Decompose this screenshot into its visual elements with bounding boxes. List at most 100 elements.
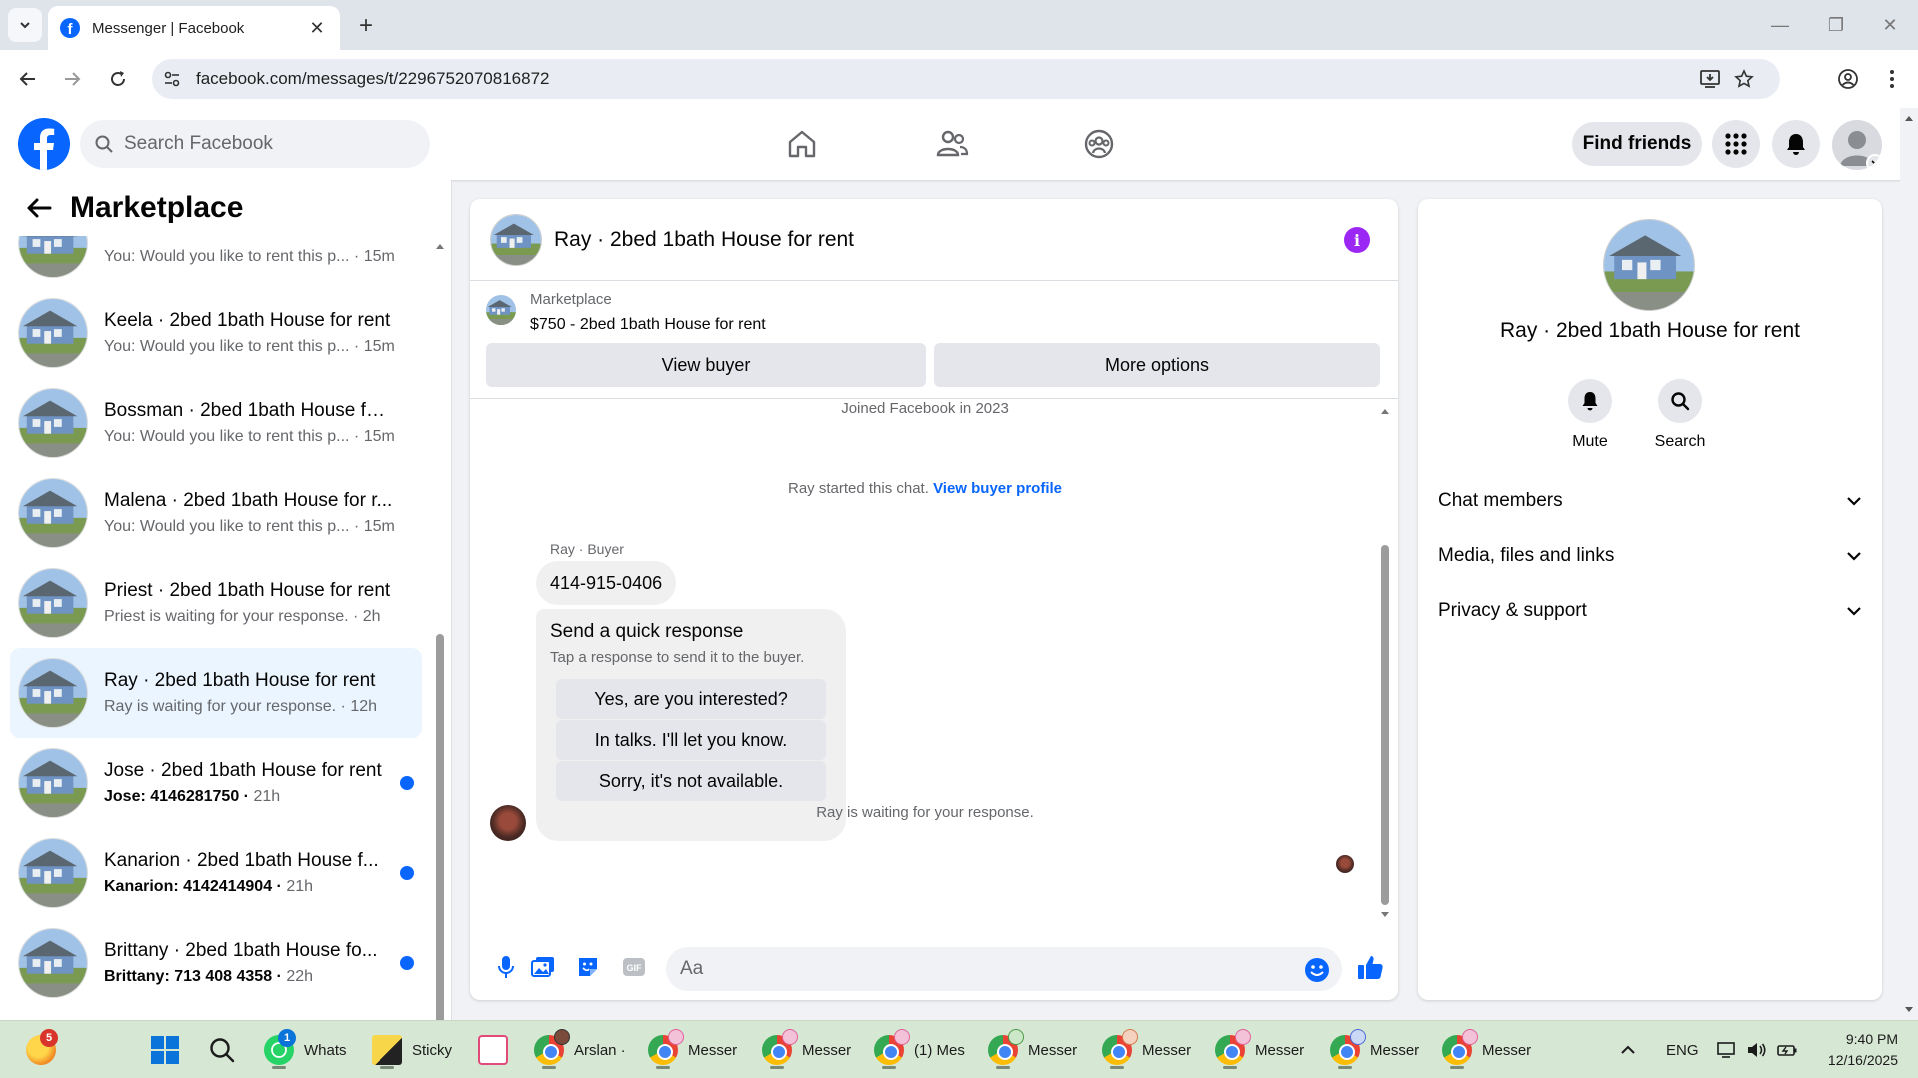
network-icon[interactable] xyxy=(1716,1030,1738,1070)
taskbar-app-whatsapp[interactable]: 1 Whats xyxy=(264,1029,347,1070)
taskbar-app-chrome-arslan[interactable]: Arslan · xyxy=(534,1029,626,1070)
new-tab-icon[interactable]: + xyxy=(352,12,380,40)
chat-item-jose[interactable]: Jose · 2bed 1bath House for rent Jose: 4… xyxy=(10,738,422,828)
message-input-box[interactable] xyxy=(666,947,1342,991)
bookmark-star-icon[interactable] xyxy=(1726,59,1762,99)
message-input[interactable] xyxy=(680,958,1280,980)
taskbar-app-chrome-messenger[interactable]: Messer xyxy=(1330,1029,1419,1070)
home-nav-icon[interactable] xyxy=(780,122,824,166)
conversation-scrollbar[interactable] xyxy=(1378,407,1392,919)
scrollbar-thumb[interactable] xyxy=(436,634,444,1066)
install-app-icon[interactable] xyxy=(1692,59,1728,99)
profile-icon[interactable] xyxy=(1832,63,1864,95)
chat-item-ray[interactable]: Ray · 2bed 1bath House for rent Ray is w… xyxy=(10,648,422,738)
chat-item-malena[interactable]: Malena · 2bed 1bath House for r... You: … xyxy=(10,468,422,558)
mute-label: Mute xyxy=(1572,433,1608,450)
view-buyer-profile-link[interactable]: View buyer profile xyxy=(933,480,1062,497)
view-buyer-button[interactable]: View buyer xyxy=(486,343,926,387)
quick-response-option[interactable]: Yes, are you interested? xyxy=(556,679,826,719)
facebook-search-input[interactable] xyxy=(124,133,404,155)
chat-list[interactable]: Ariel · 2bed 1bath House for rent You: W… xyxy=(0,218,430,1020)
reload-icon[interactable] xyxy=(102,63,134,95)
show-hidden-icons-chevron-up-icon[interactable] xyxy=(1620,1030,1636,1070)
weather-widget[interactable]: 5 xyxy=(26,1029,58,1070)
windows-logo-icon xyxy=(151,1036,179,1064)
scrollbar-thumb[interactable] xyxy=(1381,545,1389,905)
taskbar-app-sticky[interactable]: Sticky xyxy=(372,1030,452,1070)
forward-icon[interactable] xyxy=(56,63,88,95)
chat-item-brittany[interactable]: Brittany · 2bed 1bath House fo... Britta… xyxy=(10,918,422,1008)
account-avatar[interactable] xyxy=(1832,120,1882,170)
quick-response-option[interactable]: Sorry, it's not available. xyxy=(556,761,826,801)
volume-icon[interactable] xyxy=(1746,1030,1768,1070)
back-icon[interactable] xyxy=(12,63,44,95)
tab-close-icon[interactable]: ✕ xyxy=(306,18,328,39)
chat-item-keela[interactable]: Keela · 2bed 1bath House for rent You: W… xyxy=(10,288,422,378)
page-scrollbar[interactable] xyxy=(1900,108,1918,1020)
taskbar-app-chrome-messenger[interactable]: Messer xyxy=(648,1029,737,1070)
conversation-title[interactable]: Ray · 2bed 1bath House for rent xyxy=(554,228,854,252)
taskbar-app-chrome-messenger[interactable]: Messer xyxy=(1442,1029,1531,1070)
chat-list-scrollbar[interactable] xyxy=(434,242,446,1066)
conversation-avatar[interactable] xyxy=(490,213,542,266)
listing-title[interactable]: $750 - 2bed 1bath House for rent xyxy=(530,316,766,334)
message-bubble[interactable]: 414-915-0406 xyxy=(536,561,677,605)
bell-icon[interactable] xyxy=(1568,379,1612,423)
facebook-search-box[interactable] xyxy=(80,120,430,168)
account-chevron-down-icon[interactable] xyxy=(1866,154,1882,170)
browser-tab-messenger[interactable]: f Messenger | Facebook ✕ xyxy=(48,6,340,50)
browser-menu-icon[interactable] xyxy=(1876,63,1908,95)
back-arrow-icon[interactable] xyxy=(26,193,56,223)
search-icon[interactable] xyxy=(1658,379,1702,423)
friends-nav-icon[interactable] xyxy=(930,122,974,166)
battery-icon[interactable] xyxy=(1776,1030,1798,1070)
search-action[interactable]: Search xyxy=(1640,379,1720,451)
taskbar-app-label: Messer xyxy=(1255,1041,1305,1059)
gif-icon[interactable]: GIF xyxy=(618,951,650,983)
sticker-icon[interactable] xyxy=(572,951,604,983)
menu-grid-icon[interactable] xyxy=(1712,120,1760,168)
site-settings-icon[interactable] xyxy=(152,70,192,88)
notifications-bell-icon[interactable] xyxy=(1772,120,1820,168)
more-options-button[interactable]: More options xyxy=(934,343,1380,387)
conversation-info-icon[interactable]: i xyxy=(1344,227,1370,253)
taskbar-search-button[interactable] xyxy=(208,1030,236,1070)
chat-item-bossman[interactable]: Bossman · 2bed 1bath House for... You: W… xyxy=(10,378,422,468)
taskbar-app-chrome-messenger[interactable]: Messer xyxy=(1102,1029,1191,1070)
restore-icon[interactable]: ❐ xyxy=(1808,10,1864,40)
tab-search-dropdown-icon[interactable] xyxy=(8,8,42,42)
taskbar-app-chrome-messenger[interactable]: Messer xyxy=(762,1029,852,1070)
language-indicator[interactable]: ENG xyxy=(1666,1030,1699,1070)
taskbar-app-label: Messer xyxy=(802,1041,852,1059)
section-label: Chat members xyxy=(1438,490,1563,511)
start-button[interactable] xyxy=(150,1030,180,1070)
details-avatar[interactable] xyxy=(1603,219,1695,311)
emoji-icon[interactable] xyxy=(1304,957,1330,983)
chat-members-section[interactable]: Chat members xyxy=(1438,481,1862,521)
facebook-logo-icon[interactable] xyxy=(18,118,70,170)
chat-item-priest[interactable]: Priest · 2bed 1bath House for rent Pries… xyxy=(10,558,422,648)
listing-house-thumbnail xyxy=(18,658,88,728)
photo-gallery-icon[interactable] xyxy=(527,951,559,983)
thumbs-up-like-icon[interactable] xyxy=(1354,951,1386,983)
quick-response-option[interactable]: In talks. I'll let you know. xyxy=(556,720,826,760)
taskbar-app-chrome-messenger[interactable]: Messer xyxy=(988,1029,1077,1070)
minimize-icon[interactable]: — xyxy=(1752,10,1808,40)
close-window-icon[interactable]: ✕ xyxy=(1862,10,1918,40)
taskbar-app-chrome-messenger[interactable]: (1) Mes xyxy=(874,1029,965,1070)
media-files-links-section[interactable]: Media, files and links xyxy=(1438,536,1862,576)
taskbar-app-chrome-messenger[interactable]: Messer xyxy=(1215,1029,1305,1070)
system-clock[interactable]: 9:40 PM 12/16/2025 xyxy=(1828,1029,1898,1071)
address-bar[interactable]: facebook.com/messages/t/2296752070816872 xyxy=(152,59,1780,99)
svg-text:GIF: GIF xyxy=(627,963,643,973)
marketplace-chat-list-panel: Ariel · 2bed 1bath House for rent You: W… xyxy=(0,180,452,1066)
chevron-down-icon xyxy=(1847,552,1861,561)
find-friends-button[interactable]: Find friends xyxy=(1572,122,1702,166)
privacy-support-section[interactable]: Privacy & support xyxy=(1438,591,1862,631)
chrome-icon xyxy=(648,1029,684,1069)
groups-nav-icon[interactable] xyxy=(1077,122,1121,166)
mute-action[interactable]: Mute xyxy=(1550,379,1630,451)
taskbar-app-snipping[interactable] xyxy=(478,1030,508,1070)
microphone-icon[interactable] xyxy=(490,951,522,983)
chat-item-kanarion[interactable]: Kanarion · 2bed 1bath House f... Kanario… xyxy=(10,828,422,918)
